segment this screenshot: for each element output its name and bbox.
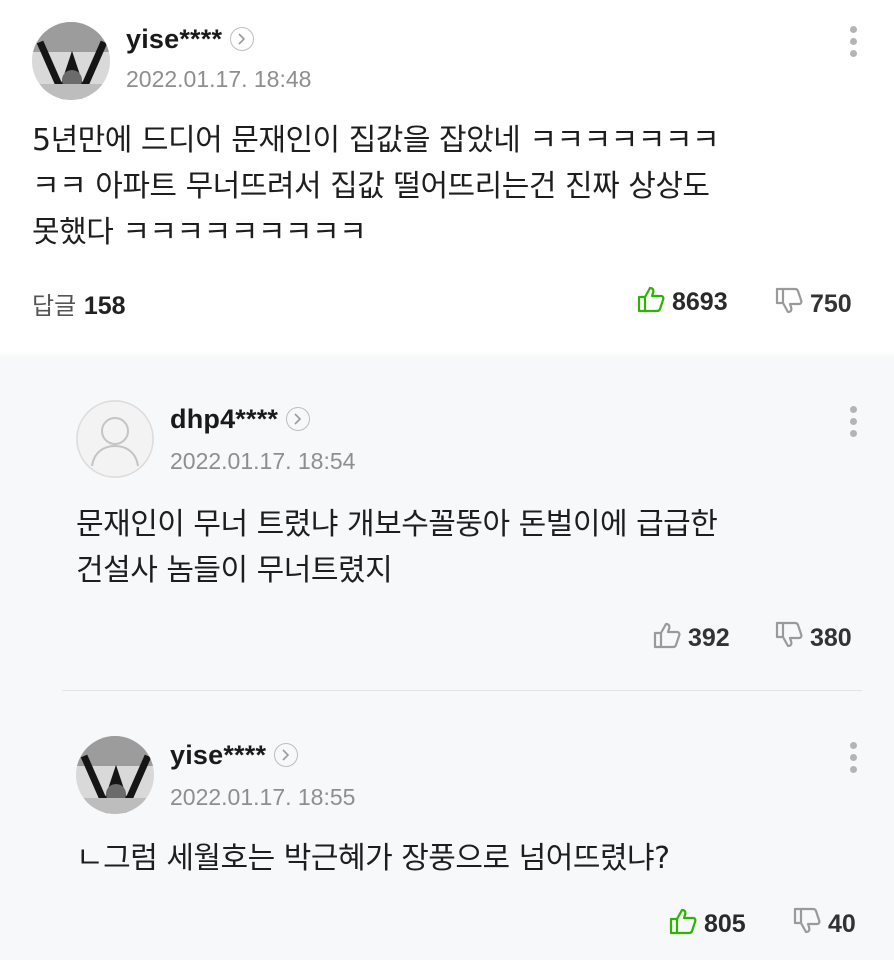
avatar[interactable]: [76, 400, 154, 478]
avatar[interactable]: [76, 736, 154, 814]
comment-date: 2022.01.17. 18:54: [170, 448, 356, 474]
more-options-icon[interactable]: [847, 742, 859, 780]
thumbs-down-icon: [774, 286, 804, 323]
comment-body: ㄴ그럼 세월호는 박근혜가 장풍으로 넘어뜨렸냐?: [76, 836, 670, 882]
like-count: 805: [704, 910, 746, 938]
comment-body: 5년만에 드디어 문재인이 집값을 잡았네 ㅋㅋㅋㅋㅋㅋㅋ ㅋㅋ 아파트 무너뜨…: [32, 118, 720, 256]
comment-line: 건설사 놈들이 무너트렸지: [76, 553, 393, 588]
dislike-count: 380: [810, 624, 852, 652]
reply-count-button[interactable]: 답글 158: [32, 286, 126, 321]
thumbs-down-icon: [774, 620, 804, 657]
thumbs-up-icon: [652, 620, 682, 657]
dislike-count: 750: [810, 290, 852, 318]
thumbs-up-icon: [668, 906, 698, 943]
avatar[interactable]: [32, 22, 110, 100]
dislike-button[interactable]: 380: [774, 620, 852, 657]
comment-line: 5년만에 드디어 문재인이 집값을 잡았네 ㅋㅋㅋㅋㅋㅋㅋ: [32, 123, 720, 158]
nickname[interactable]: dhp4****: [170, 404, 311, 435]
comment-body: 문재인이 무너 트렸냐 개보수꼴뚱아 돈벌이에 급급한 건설사 놈들이 무너트렸…: [76, 502, 718, 594]
nickname-text[interactable]: yise****: [170, 740, 266, 770]
like-button[interactable]: 805: [668, 906, 746, 943]
comment-date: 2022.01.17. 18:55: [170, 784, 356, 810]
comment-line: ㄴ그럼 세월호는 박근혜가 장풍으로 넘어뜨렸냐?: [76, 841, 670, 876]
reply-label: 답글: [32, 292, 77, 320]
more-options-icon[interactable]: [847, 26, 859, 64]
like-button[interactable]: 392: [652, 620, 730, 657]
like-count: 392: [688, 624, 730, 652]
dislike-count: 40: [828, 910, 856, 938]
thumbs-up-icon: [636, 284, 666, 321]
nickname-text[interactable]: yise****: [126, 24, 222, 54]
nickname[interactable]: yise****: [170, 740, 299, 771]
nickname[interactable]: yise****: [126, 24, 255, 55]
chevron-right-icon[interactable]: [230, 26, 255, 51]
comment-date: 2022.01.17. 18:48: [126, 66, 312, 92]
nickname-text[interactable]: dhp4****: [170, 404, 278, 434]
like-count: 8693: [672, 288, 728, 316]
thumbs-down-icon: [792, 906, 822, 943]
reply-divider: [62, 690, 862, 691]
like-button[interactable]: 8693: [636, 284, 728, 321]
more-options-icon[interactable]: [847, 406, 859, 444]
chevron-right-icon[interactable]: [286, 406, 311, 431]
dislike-button[interactable]: 750: [774, 286, 852, 323]
comment-line: 못했다 ㅋㅋㅋㅋㅋㅋㅋㅋㅋ: [32, 215, 367, 250]
dislike-button[interactable]: 40: [792, 906, 856, 943]
comment-line: ㅋㅋ 아파트 무너뜨려서 집값 떨어뜨리는건 진짜 상상도: [32, 169, 710, 204]
reply-count: 158: [83, 292, 126, 320]
comment-line: 문재인이 무너 트렸냐 개보수꼴뚱아 돈벌이에 급급한: [76, 507, 718, 542]
chevron-right-icon[interactable]: [274, 742, 299, 767]
